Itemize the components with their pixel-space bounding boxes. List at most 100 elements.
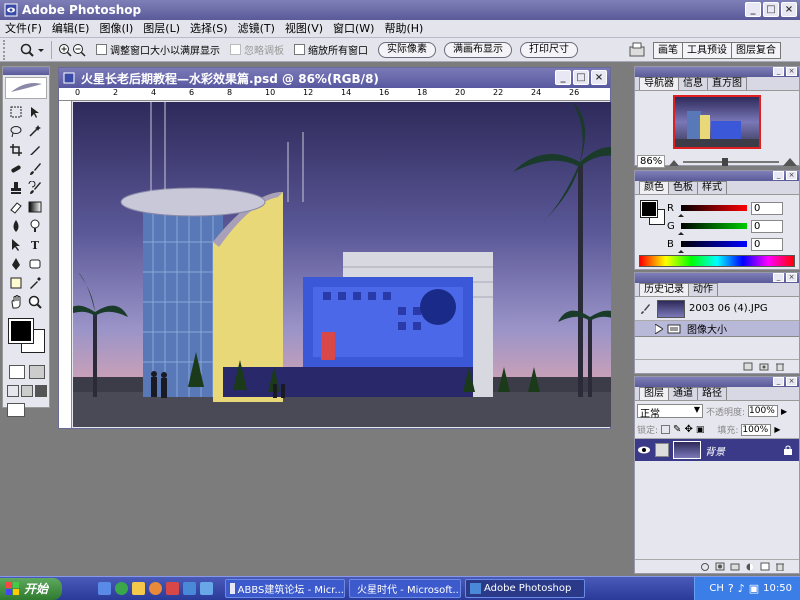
new-group-icon[interactable] — [730, 562, 740, 571]
healing-brush-tool-icon[interactable] — [7, 160, 25, 178]
navigator-minimize-button[interactable]: _ — [773, 67, 784, 76]
notes-tool-icon[interactable] — [7, 274, 25, 292]
crop-tool-icon[interactable] — [7, 141, 25, 159]
palette-well-tool-presets-tab[interactable]: 工具预设 — [682, 41, 732, 59]
doc-maximize-button[interactable]: □ — [573, 70, 589, 85]
ignore-palettes-checkbox[interactable] — [230, 44, 241, 55]
eraser-tool-icon[interactable] — [7, 198, 25, 216]
pen-tool-icon[interactable] — [7, 255, 25, 273]
layer-brush-link-icon[interactable] — [655, 443, 669, 457]
maximize-button[interactable]: □ — [763, 2, 779, 17]
file-browser-icon[interactable] — [628, 41, 648, 59]
color-panel-fg-swatch[interactable] — [640, 200, 658, 218]
tab-channels[interactable]: 通道 — [668, 387, 698, 400]
layer-style-icon[interactable] — [700, 562, 710, 571]
adjustment-layer-icon[interactable] — [745, 562, 755, 571]
history-title-bar[interactable]: _ × — [635, 273, 799, 283]
fit-on-screen-button[interactable]: 满画布显示 — [444, 41, 512, 58]
menu-select[interactable]: 选择(S) — [185, 20, 233, 38]
menu-window[interactable]: 窗口(W) — [328, 20, 379, 38]
history-state-slider-icon[interactable] — [655, 323, 663, 334]
tab-color[interactable]: 颜色 — [639, 181, 669, 194]
taskbar-item-photoshop[interactable]: Adobe Photoshop — [465, 579, 585, 598]
lock-position-icon[interactable]: ✥ — [684, 424, 692, 435]
tab-navigator[interactable]: 导航器 — [639, 77, 679, 90]
blue-slider[interactable] — [678, 241, 747, 253]
horizontal-ruler[interactable]: 0 2 4 6 8 10 12 14 16 18 20 22 24 26 — [59, 88, 610, 101]
zoom-all-windows-option[interactable]: 缩放所有窗口 — [294, 42, 368, 57]
toolbox-title-bar[interactable] — [3, 67, 49, 75]
magic-wand-tool-icon[interactable] — [26, 122, 44, 140]
screen-mode-standard-icon[interactable] — [7, 385, 19, 397]
fill-arrow-icon[interactable]: ▶ — [774, 425, 780, 434]
clone-stamp-tool-icon[interactable] — [7, 179, 25, 197]
lock-all-icon[interactable]: ▣ — [696, 425, 705, 435]
resize-windows-checkbox[interactable] — [96, 44, 107, 55]
move-tool-icon[interactable] — [26, 103, 44, 121]
screen-mode-menubar-icon[interactable] — [21, 385, 33, 397]
options-grip[interactable] — [3, 39, 15, 60]
delete-layer-icon[interactable] — [775, 562, 785, 571]
quicklaunch-word-icon[interactable] — [98, 582, 111, 595]
layer-visibility-eye-icon[interactable] — [637, 444, 651, 456]
blur-tool-icon[interactable] — [7, 217, 25, 235]
quicklaunch-acrobat-icon[interactable] — [166, 582, 179, 595]
blend-mode-select[interactable]: 正常 ▼ — [637, 404, 703, 420]
menu-image[interactable]: 图像(I) — [94, 20, 138, 38]
palette-well-layer-comps-tab[interactable]: 图层复合 — [731, 41, 781, 59]
shape-tool-icon[interactable] — [26, 255, 44, 273]
quicklaunch-photoshop-icon[interactable] — [183, 582, 196, 595]
doc-minimize-button[interactable]: _ — [555, 70, 571, 85]
zoom-tool-button-icon[interactable] — [26, 293, 44, 311]
path-selection-tool-icon[interactable] — [7, 236, 25, 254]
menu-help[interactable]: 帮助(H) — [379, 20, 428, 38]
zoom-in-mountain-icon[interactable] — [783, 157, 797, 166]
opacity-input[interactable]: 100% — [748, 405, 779, 417]
layers-minimize-button[interactable]: _ — [773, 377, 784, 386]
tab-styles[interactable]: 样式 — [697, 181, 727, 194]
navigator-zoom-slider[interactable] — [683, 157, 779, 166]
color-ramp[interactable] — [639, 255, 795, 267]
input-language[interactable]: CH — [709, 583, 724, 594]
tab-history[interactable]: 历史记录 — [639, 283, 689, 296]
navigator-thumbnail[interactable] — [673, 95, 761, 149]
color-minimize-button[interactable]: _ — [773, 171, 784, 180]
menu-filter[interactable]: 滤镜(T) — [233, 20, 280, 38]
doc-close-button[interactable]: × — [591, 70, 607, 85]
taskbar-item-abbs[interactable]: ABBS建筑论坛 - Micr... — [225, 579, 345, 598]
menu-view[interactable]: 视图(V) — [280, 20, 328, 38]
document-title-bar[interactable]: 火星长老后期教程—水彩效果篇.psd @ 86%(RGB/8) _ □ × — [59, 68, 610, 88]
quicklaunch-explorer-icon[interactable] — [200, 582, 213, 595]
type-tool-icon[interactable]: T — [26, 236, 44, 254]
standard-mode-icon[interactable] — [9, 365, 25, 379]
new-document-from-state-icon[interactable] — [743, 362, 753, 371]
help-icon[interactable]: ? — [728, 582, 734, 595]
tab-histogram[interactable]: 直方图 — [707, 77, 747, 90]
menu-layer[interactable]: 图层(L) — [138, 20, 185, 38]
start-button[interactable]: 开始 — [0, 577, 62, 600]
color-title-bar[interactable]: _ × — [635, 171, 799, 181]
menu-file[interactable]: 文件(F) — [0, 20, 47, 38]
lock-image-icon[interactable]: ✎ — [673, 424, 681, 435]
history-minimize-button[interactable]: _ — [773, 273, 784, 282]
volume-icon[interactable]: ♪ — [738, 582, 745, 595]
lasso-tool-icon[interactable] — [7, 122, 25, 140]
jump-to-imageready-icon[interactable] — [7, 403, 25, 417]
red-slider[interactable] — [678, 205, 747, 217]
zoom-out-icon[interactable] — [72, 43, 86, 57]
ignore-palettes-option[interactable]: 忽略调板 — [230, 42, 284, 57]
quick-mask-mode-icon[interactable] — [29, 365, 45, 379]
history-brush-source-icon[interactable] — [639, 303, 651, 315]
close-button[interactable]: × — [781, 2, 797, 17]
fill-input[interactable]: 100% — [741, 423, 772, 436]
tab-layers[interactable]: 图层 — [639, 387, 669, 400]
layers-close-button[interactable]: × — [786, 377, 797, 386]
red-value-input[interactable]: 0 — [751, 201, 783, 215]
gradient-tool-icon[interactable] — [26, 198, 44, 216]
new-layer-icon[interactable] — [760, 562, 770, 571]
tab-actions[interactable]: 动作 — [688, 283, 718, 296]
navigator-close-button[interactable]: × — [786, 67, 797, 76]
history-step-row[interactable]: 图像大小 — [635, 321, 799, 337]
taskbar-item-hxsd[interactable]: 火星时代 - Microsoft... — [349, 579, 461, 598]
zoom-tool-icon[interactable] — [19, 42, 45, 58]
